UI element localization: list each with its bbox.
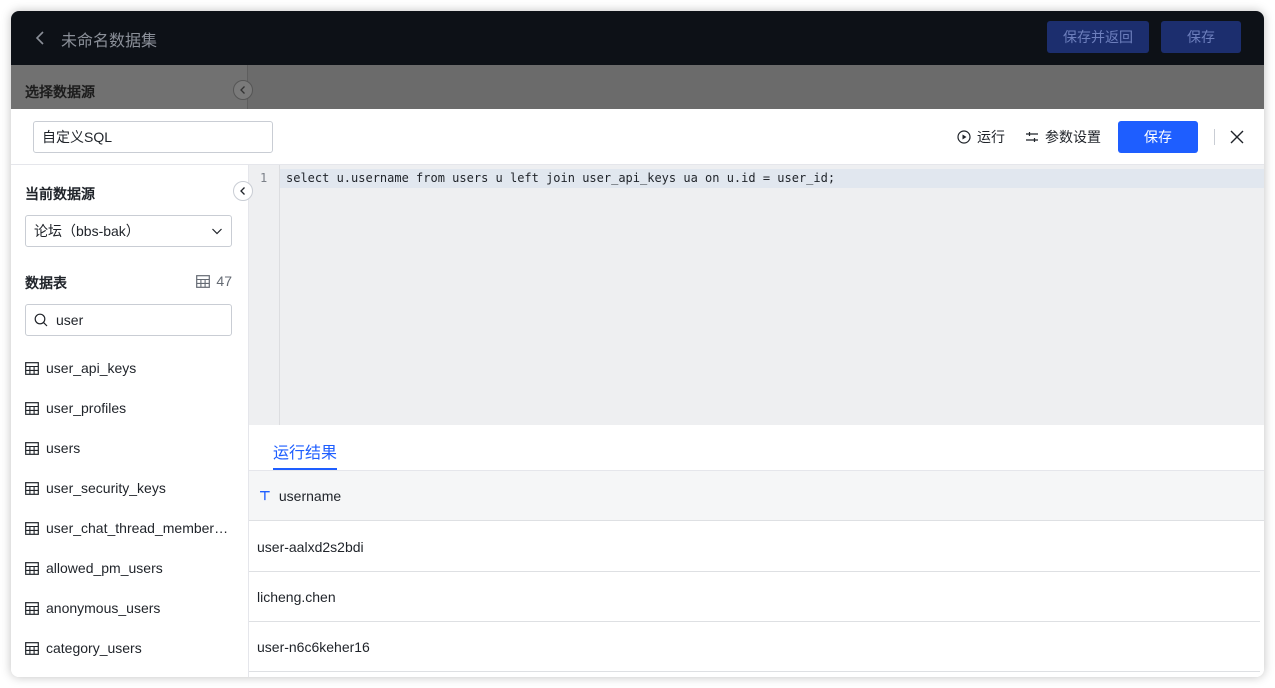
table-icon [25,481,39,495]
table-list-item[interactable]: user_security_keys [25,468,235,508]
search-icon [34,313,48,327]
datasource-value: 论坛（bbs-bak） [34,223,140,239]
tab-run-results[interactable]: 运行结果 [273,439,337,463]
table-list: user_api_keys user_profiles users user_s… [25,348,235,668]
dataset-title: 未命名数据集 [61,33,158,50]
sql-name-input[interactable] [33,121,273,153]
table-row: licheng.chen [249,572,1260,622]
tables-label: 数据表 [25,275,67,291]
table-icon [25,601,39,615]
table-icon [25,361,39,375]
table-list-item[interactable]: anonymous_users [25,588,235,628]
save-button[interactable]: 保存 [1118,121,1198,153]
table-name: user_security_keys [46,480,166,496]
table-count: 47 [196,273,232,289]
column-header-label: username [278,487,342,504]
custom-sql-panel: 运行 参数设置 保存 当前数据源 [11,109,1264,677]
line-number: 1 [260,171,268,185]
code-line[interactable]: select u.username from users u left join… [286,171,835,185]
table-list-item[interactable]: category_users [25,628,235,668]
table-name: category_users [46,640,142,656]
editor-gutter [249,165,280,425]
table-list-item[interactable]: users [25,428,235,468]
table-name: user_profiles [46,400,127,416]
top-header: 未命名数据集 保存并返回 保存 [11,11,1264,65]
sliders-icon [1026,132,1038,142]
play-circle-icon [957,130,971,144]
table-row: user-n6c6keher16 [249,622,1260,672]
table-name: anonymous_users [46,600,161,616]
text-type-icon: ⊤ [259,487,271,503]
column-header-username[interactable]: ⊤ username [249,471,1264,521]
results-pane: 运行结果 ⊤ username user-aalxd2s2bdi licheng… [249,425,1264,677]
table-name: users [46,440,81,456]
table-icon [25,441,39,455]
table-list-item[interactable]: user_chat_thread_memberships [25,508,235,548]
collapse-sidebar-button[interactable] [233,181,253,201]
sql-editor[interactable]: 1 select u.username from users u left jo… [249,165,1264,425]
table-count-value: 47 [216,273,232,289]
select-datasource-label: 选择数据源 [25,84,95,100]
chevron-down-icon [212,228,222,235]
table-name: allowed_pm_users [46,560,163,576]
datasource-select[interactable]: 论坛（bbs-bak） [25,215,232,247]
underlying-sidebar: 选择数据源 [11,65,248,109]
table-icon [25,561,39,575]
table-list-item[interactable]: user_profiles [25,388,235,428]
datasource-sidebar: 当前数据源 论坛（bbs-bak） 数据表 47 user user_api_k… [11,165,253,677]
dimmed-background: 选择数据源 [11,65,1264,109]
table-icon [25,641,39,655]
table-icon [196,274,211,288]
table-list-item[interactable]: user_api_keys [25,348,235,388]
table-name: user_api_keys [46,360,137,376]
table-search-input[interactable] [56,312,216,328]
params-label: 参数设置 [1045,129,1101,145]
underlying-collapse-icon [233,80,253,100]
back-arrow-icon[interactable] [31,28,49,48]
table-search[interactable] [25,304,232,336]
table-row: user-aalxd2s2bdi [249,522,1260,572]
run-button[interactable]: 运行 [957,127,1005,147]
cell-username: user-n6c6keher16 [257,638,370,655]
current-datasource-label: 当前数据源 [25,186,95,202]
table-name: user_chat_thread_memberships [46,520,232,536]
run-label: 运行 [977,129,1005,145]
header-divider [1214,129,1215,145]
table-list-item[interactable]: allowed_pm_users [25,548,235,588]
header-save-button[interactable]: 保存 [1161,21,1241,53]
panel-header: 运行 参数设置 保存 [11,109,1264,165]
table-icon [25,401,39,415]
chevron-left-icon [240,187,245,195]
close-icon[interactable] [1229,129,1245,145]
params-settings-button[interactable]: 参数设置 [1025,127,1101,147]
app-window: 未命名数据集 保存并返回 保存 选择数据源 运行 [11,11,1264,677]
table-icon [25,521,39,535]
cell-username: licheng.chen [257,588,336,605]
save-and-return-button[interactable]: 保存并返回 [1047,21,1149,53]
cell-username: user-aalxd2s2bdi [257,538,364,555]
